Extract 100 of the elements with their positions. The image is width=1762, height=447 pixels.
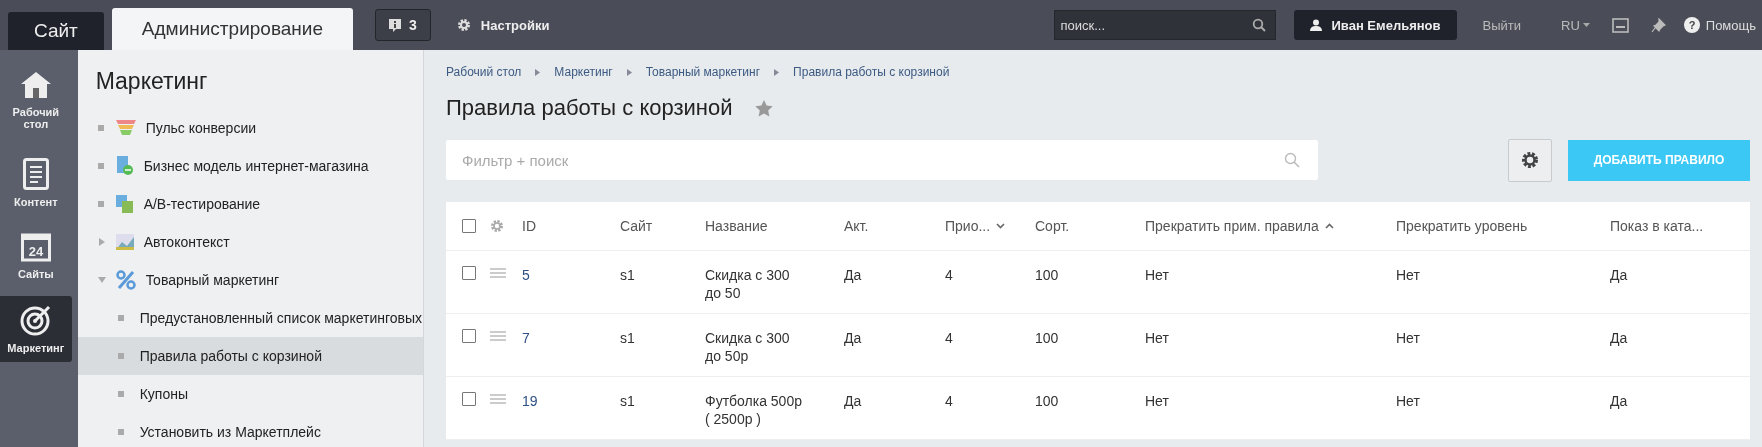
star-icon[interactable] <box>754 99 773 117</box>
column-header[interactable]: Показ в ката... <box>1610 218 1704 234</box>
picture-icon <box>115 234 134 250</box>
document-icon <box>22 158 49 190</box>
table-cell: Да <box>844 330 862 346</box>
column-header[interactable]: Сайт <box>620 218 653 234</box>
table-cell: 100 <box>1035 393 1059 409</box>
breadcrumb-link[interactable]: Товарный маркетинг <box>645 65 761 79</box>
rule-id-link[interactable]: 19 <box>522 393 538 409</box>
sidebar-item[interactable]: Бизнес модель интернет-магазина <box>77 147 423 185</box>
bullet-icon <box>117 429 126 435</box>
gear-icon[interactable] <box>490 219 504 233</box>
caret-icon <box>1582 23 1590 27</box>
user-button[interactable]: Иван Емельянов <box>1293 10 1457 40</box>
rule-id-link[interactable]: 7 <box>522 330 530 346</box>
row-checkbox[interactable] <box>462 266 476 280</box>
top-tab[interactable]: Сайт <box>8 12 104 50</box>
window-icon[interactable] <box>1611 17 1629 33</box>
table-cell: Нет <box>1145 330 1169 346</box>
chevron-icon <box>535 68 541 76</box>
table-cell: Нет <box>1396 393 1420 409</box>
table-cell: Нет <box>1396 330 1420 346</box>
table-cell: 4 <box>945 267 953 283</box>
bullet-icon <box>97 125 106 131</box>
percent-icon <box>115 270 136 290</box>
breadcrumb-link[interactable]: Правила работы с корзиной <box>793 65 950 79</box>
nav-item[interactable]: Контент <box>0 146 72 216</box>
document-chart-icon <box>115 156 134 176</box>
table-cell: Да <box>1610 330 1628 346</box>
table-cell: Да <box>844 267 862 283</box>
sidebar-item[interactable]: Автоконтекст <box>77 223 423 261</box>
breadcrumb-link[interactable]: Маркетинг <box>554 65 613 79</box>
expanded-arrow-icon <box>97 277 106 283</box>
sidebar-item[interactable]: Установить из Маркетплейс <box>77 413 423 447</box>
search-field[interactable]: поиск... <box>1053 10 1276 40</box>
gear-icon <box>1521 151 1539 169</box>
table-cell: 100 <box>1035 267 1059 283</box>
select-all-checkbox[interactable] <box>462 219 476 233</box>
column-header[interactable]: Прекратить прим. правила <box>1145 218 1319 234</box>
row-checkbox[interactable] <box>462 329 476 343</box>
table-cell: 100 <box>1035 330 1059 346</box>
chevron-icon <box>774 68 780 76</box>
page-title: Правила работы с корзиной <box>446 95 733 121</box>
table-cell: Нет <box>1396 267 1420 283</box>
notifications-button[interactable]: 3 <box>375 9 431 41</box>
sidebar-item[interactable]: Купоны <box>77 375 423 413</box>
top-tab[interactable]: Администрирование <box>111 8 353 50</box>
table-cell: 4 <box>945 330 953 346</box>
search-icon <box>1251 18 1266 32</box>
person-icon <box>1309 19 1322 31</box>
column-header[interactable]: Сорт. <box>1035 218 1070 234</box>
nav-item[interactable]: Маркетинг <box>0 296 72 362</box>
column-header[interactable]: Акт. <box>844 218 869 234</box>
table-cell: Да <box>1610 393 1628 409</box>
breadcrumb-link[interactable]: Рабочий стол <box>446 65 522 79</box>
sidebar-item[interactable]: Пульс конверсии <box>77 109 423 147</box>
table-cell: Да <box>1610 267 1628 283</box>
info-flag-icon <box>389 18 401 32</box>
calendar-icon: 24 <box>20 232 51 262</box>
column-header[interactable]: Название <box>705 218 768 234</box>
sidebar-item[interactable]: Правила работы с корзиной <box>77 337 423 375</box>
table-cell: Нет <box>1145 267 1169 283</box>
bullet-icon <box>97 201 106 207</box>
pin-icon[interactable] <box>1650 17 1666 33</box>
funnel-icon <box>115 120 136 136</box>
column-header[interactable]: ID <box>522 218 536 234</box>
rule-id-link[interactable]: 5 <box>522 267 530 283</box>
table-cell: s1 <box>620 393 635 409</box>
help-link[interactable]: ? Помощь <box>1683 17 1756 33</box>
table-cell: Скидка с 300 до 50 <box>705 267 790 301</box>
settings-icon <box>456 18 471 32</box>
split-pages-icon <box>115 195 134 213</box>
language-selector[interactable]: RU <box>1561 17 1590 33</box>
column-header[interactable]: Прекратить уровень <box>1396 218 1528 234</box>
sidebar-item[interactable]: Товарный маркетинг <box>77 261 423 299</box>
bullet-icon <box>97 163 106 169</box>
table-cell: Футболка 500р ( 2500р ) <box>705 393 802 427</box>
settings-button[interactable] <box>1508 138 1552 182</box>
table-cell: s1 <box>620 330 635 346</box>
search-icon <box>1284 152 1300 168</box>
row-checkbox[interactable] <box>462 392 476 406</box>
table-cell: Нет <box>1145 393 1169 409</box>
table-cell: Да <box>844 393 862 409</box>
table-cell: 4 <box>945 393 953 409</box>
sidebar-item[interactable]: A/B-тестирование <box>77 185 423 223</box>
logout-link[interactable]: Выйти <box>1482 17 1521 33</box>
settings-link[interactable]: Настройки <box>456 17 550 33</box>
column-header[interactable]: Прио... <box>945 218 991 234</box>
table-cell: Скидка с 300 до 50р <box>705 330 790 364</box>
sidebar-item[interactable]: Предустановленный список маркетинговых <box>77 299 423 337</box>
chevron-icon <box>626 68 632 76</box>
nav-item[interactable]: Рабочий стол <box>0 62 72 138</box>
bullet-icon <box>117 353 126 359</box>
sidebar-title: Маркетинг <box>95 68 209 95</box>
filter-search-field[interactable]: Фильтр + поиск <box>446 140 1318 180</box>
table-cell: s1 <box>620 267 635 283</box>
bullet-icon <box>117 391 126 397</box>
collapsed-arrow-icon <box>97 238 106 246</box>
nav-item[interactable]: 24 Сайты <box>0 224 72 288</box>
bullet-icon <box>117 315 126 321</box>
